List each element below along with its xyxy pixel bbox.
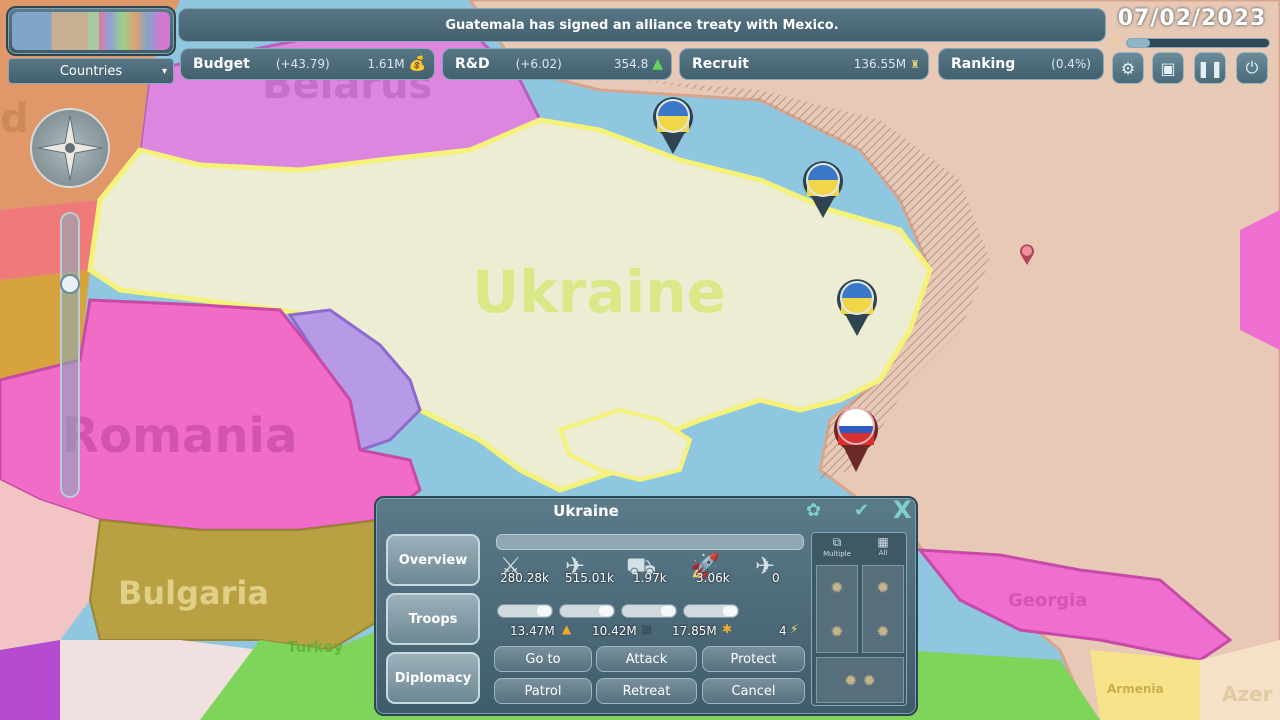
budget-stat[interactable]: Budget (+43.79) 1.61M 💰	[180, 48, 435, 80]
unit-slot[interactable]: ✹ ✹	[816, 565, 858, 653]
ranking-stat[interactable]: Ranking (0.4%)	[938, 48, 1104, 80]
all-label: All	[878, 549, 888, 557]
energy-value: 4	[779, 624, 787, 638]
army-marker-ukraine[interactable]	[650, 94, 696, 156]
country-label-ukraine: Ukraine	[472, 258, 726, 326]
budget-delta: (+43.79)	[275, 57, 330, 71]
army-marker-russia[interactable]	[832, 402, 880, 474]
ranking-value: (0.4%)	[1051, 57, 1091, 71]
infantry-count: 280.28k	[500, 571, 549, 585]
artillery-slider[interactable]	[559, 604, 615, 618]
notification-bar[interactable]: Guatemala has signed an alliance treaty …	[178, 8, 1106, 42]
rnd-value: 354.8	[613, 57, 649, 71]
army-marker-ukraine[interactable]	[834, 276, 880, 338]
goto-button[interactable]: Go to	[494, 646, 592, 672]
fuel-icon: ▦	[641, 622, 653, 636]
rnd-label: R&D	[455, 56, 490, 72]
tab-troops[interactable]: Troops	[386, 593, 480, 645]
missile-count: 3.06k	[696, 571, 730, 585]
recruit-stat[interactable]: Recruit 136.55M ♜	[679, 48, 929, 80]
infantry-slider[interactable]	[497, 604, 553, 618]
panel-title: Ukraine	[553, 502, 619, 520]
rnd-stat[interactable]: R&D (+6.02) 354.8 ▲	[442, 48, 672, 80]
flag-strip[interactable]	[6, 6, 176, 56]
rnd-delta: (+6.02)	[515, 57, 562, 71]
compass-icon[interactable]	[30, 108, 110, 188]
enemy-marker[interactable]	[1018, 242, 1036, 266]
retreat-button[interactable]: Retreat	[596, 678, 697, 704]
recruit-label: Recruit	[692, 56, 749, 72]
aircraft-count: 0	[772, 571, 780, 585]
speed-fill	[1127, 39, 1150, 47]
date-display: 07/02/2023	[1117, 6, 1267, 31]
kazakhstan-edge-territory[interactable]	[1240, 210, 1280, 350]
zoom-knob[interactable]	[60, 274, 80, 294]
cancel-button[interactable]: Cancel	[702, 678, 805, 704]
unit-selection-grid: ⧉ Multiple ▦ All ✹ ✹ ✹ ✹ ✹ ✹	[811, 532, 907, 706]
ranking-label: Ranking	[951, 56, 1016, 72]
tab-diplomacy[interactable]: Diplomacy	[386, 652, 480, 704]
ammo-icon: ▲	[562, 622, 572, 636]
flower-icon[interactable]: ✿	[806, 500, 821, 521]
multiple-icon: ⧉	[832, 535, 842, 549]
view-selector-value: Countries	[59, 63, 123, 79]
protect-button[interactable]: Protect	[702, 646, 805, 672]
flask-icon: ▲	[652, 56, 663, 72]
country-label-azer: Azer	[1222, 682, 1273, 706]
country-label-turkey: Turkey	[287, 638, 344, 656]
view-selector[interactable]: Countries ▾	[8, 58, 174, 84]
panel-progress	[496, 534, 804, 550]
supply-value: 17.85M	[672, 624, 717, 638]
power-icon[interactable]: ⏻	[1236, 52, 1268, 84]
energy-icon: ⚡	[1112, 34, 1121, 48]
ammo-value: 13.47M	[510, 624, 555, 638]
minimize-icon[interactable]: ✔	[854, 500, 869, 521]
select-multiple-button[interactable]: ⧉ Multiple	[816, 535, 858, 563]
energy-icon: ⚡	[790, 622, 799, 636]
unit-slot[interactable]: ✹ ✹	[862, 565, 904, 653]
multiple-label: Multiple	[823, 550, 851, 558]
recruit-value: 136.55M	[853, 57, 907, 71]
tab-overview[interactable]: Overview	[386, 534, 480, 586]
slovakia-territory[interactable]	[0, 200, 100, 280]
supply-icon: ✱	[722, 622, 733, 636]
select-all-button[interactable]: ▦ All	[862, 535, 904, 563]
zoom-slider[interactable]	[60, 212, 80, 498]
game-screen: Ukraine Romania Bulgaria Belarus Turkey …	[0, 0, 1280, 720]
notification-text: Guatemala has signed an alliance treaty …	[445, 17, 839, 33]
country-label-armenia: Armenia	[1107, 682, 1164, 696]
fuel-value: 10.42M	[592, 624, 637, 638]
speed-bar[interactable]: ⚡	[1112, 34, 1272, 50]
money-icon: 💰	[408, 56, 426, 72]
close-icon[interactable]: X	[893, 496, 912, 524]
all-icon: ▦	[877, 535, 889, 549]
tank-slider[interactable]	[621, 604, 677, 618]
gear-icon[interactable]: ⚙	[1112, 52, 1144, 84]
patrol-button[interactable]: Patrol	[494, 678, 592, 704]
country-label-georgia: Georgia	[1008, 590, 1088, 611]
budget-value: 1.61M	[367, 57, 405, 71]
tank-count: 1.97k	[633, 571, 667, 585]
army-marker-ukraine[interactable]	[800, 158, 846, 220]
chevron-down-icon: ▾	[161, 65, 167, 77]
unit-slot[interactable]: ✹ ✹	[816, 657, 904, 703]
save-icon[interactable]: ▣	[1152, 52, 1184, 84]
recruit-icon: ♜	[910, 57, 920, 71]
country-label-romania: Romania	[62, 408, 298, 464]
budget-label: Budget	[193, 56, 250, 72]
pause-icon[interactable]: ❚❚	[1194, 52, 1226, 84]
country-label-partial: d	[0, 96, 29, 142]
attack-button[interactable]: Attack	[596, 646, 697, 672]
artillery-count: 515.01k	[565, 571, 614, 585]
country-label-bulgaria: Bulgaria	[118, 574, 269, 612]
missile-slider[interactable]	[683, 604, 739, 618]
